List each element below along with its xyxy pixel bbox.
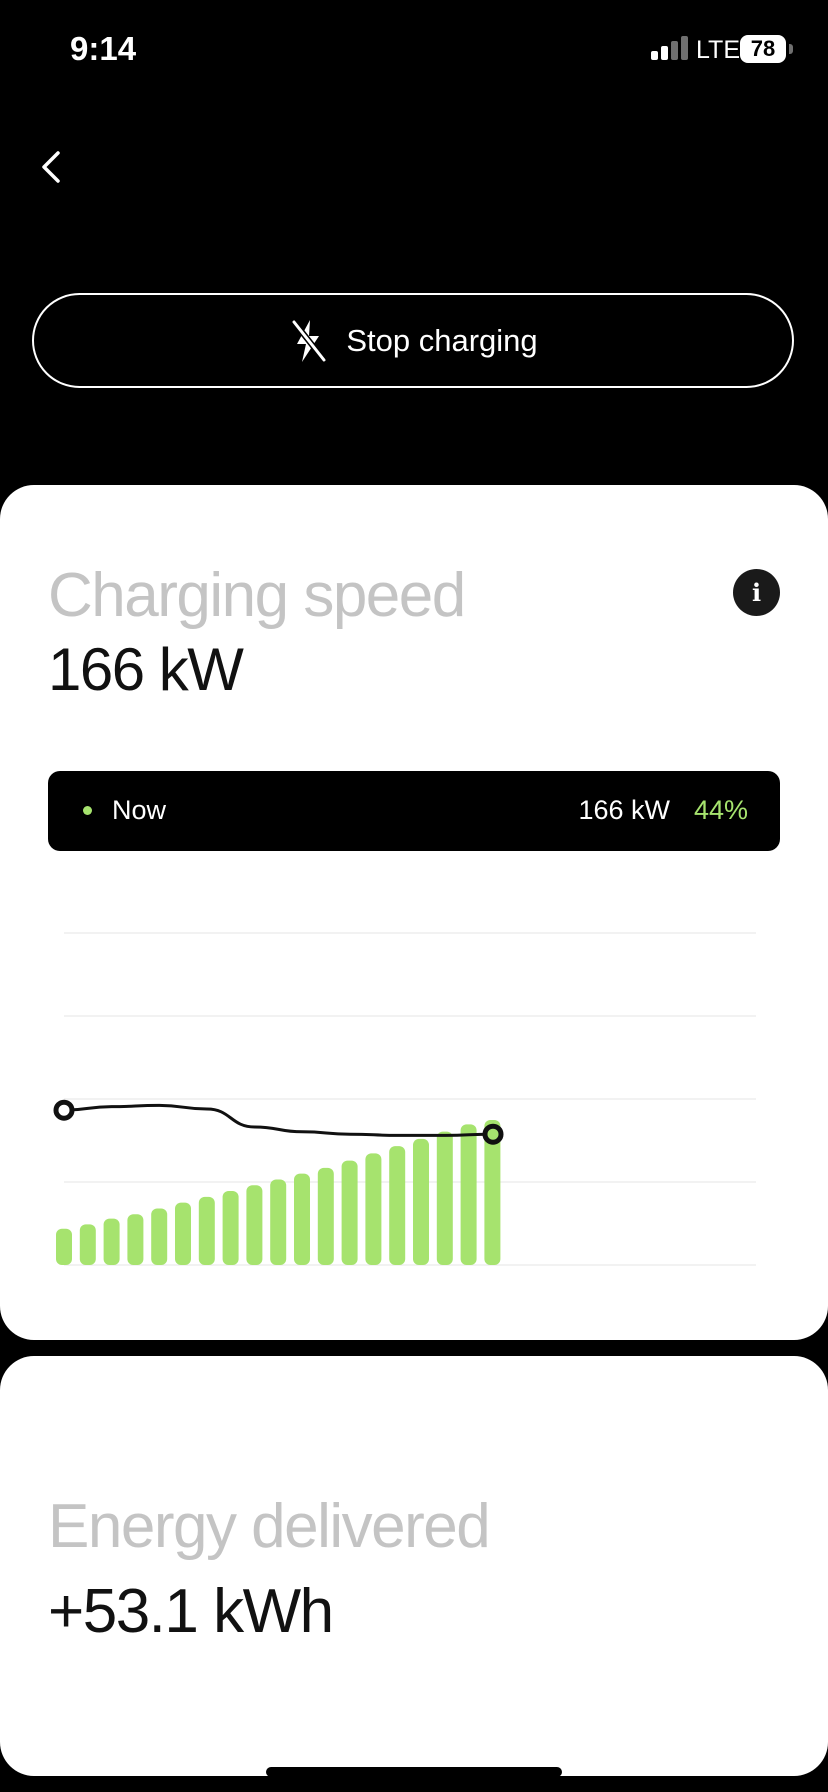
chart-bar <box>79 1224 96 1265</box>
energy-delivered-title: Energy delivered <box>48 1492 491 1561</box>
chart-bar <box>151 1208 168 1265</box>
chart-bar <box>317 1167 334 1265</box>
chart-bar <box>246 1185 263 1265</box>
now-indicator-dot <box>83 806 92 815</box>
chart-start-point <box>53 1099 75 1121</box>
charging-speed-title: Charging speed <box>48 561 466 630</box>
stop-charging-button[interactable]: Stop charging <box>32 293 794 388</box>
chart-bar <box>294 1173 310 1265</box>
chart-bar <box>460 1124 477 1265</box>
network-type: LTE <box>696 36 740 64</box>
back-button[interactable] <box>36 142 66 192</box>
chart-bar <box>413 1138 429 1265</box>
battery-level: 78 <box>750 36 776 61</box>
chart-current-point <box>482 1123 504 1145</box>
now-summary-bar: Now 166 kW 44% <box>48 771 780 851</box>
battery-icon: 78 <box>740 35 786 63</box>
home-indicator <box>266 1767 562 1777</box>
stop-charging-label: Stop charging <box>346 322 538 358</box>
status-bar: 9:14 LTE 78 <box>0 0 828 100</box>
signal-icon <box>651 36 691 60</box>
chevron-left-icon <box>42 151 60 183</box>
chart-line <box>63 1103 494 1137</box>
chart-bar <box>175 1202 191 1265</box>
energy-delivered-card: Energy delivered +53.1 kWh <box>0 1356 828 1776</box>
charging-speed-card: Charging speed 166 kW i Now 166 kW 44% <box>0 485 828 1340</box>
chart-bar <box>56 1228 72 1265</box>
now-label: Now <box>112 795 167 825</box>
now-power: 166 kW <box>578 795 670 825</box>
charging-speed-value: 166 kW <box>48 636 244 703</box>
now-percent: 44% <box>693 795 748 825</box>
energy-delivered-value: +53.1 kWh <box>48 1577 334 1646</box>
chart-bar <box>389 1146 406 1265</box>
clock: 9:14 <box>70 30 137 67</box>
chart-bar <box>103 1218 120 1265</box>
chart-bar <box>127 1214 144 1265</box>
bolt-slash-icon <box>291 318 328 363</box>
charging-speed-chart <box>53 932 756 1266</box>
chart-bar <box>365 1153 382 1265</box>
chart-bar <box>222 1191 239 1265</box>
chart-bar <box>341 1160 358 1265</box>
chart-bar <box>436 1131 453 1265</box>
info-button[interactable]: i <box>733 569 780 616</box>
chart-bar <box>198 1196 215 1265</box>
chart-bar <box>270 1179 287 1265</box>
battery-cap <box>789 44 793 54</box>
